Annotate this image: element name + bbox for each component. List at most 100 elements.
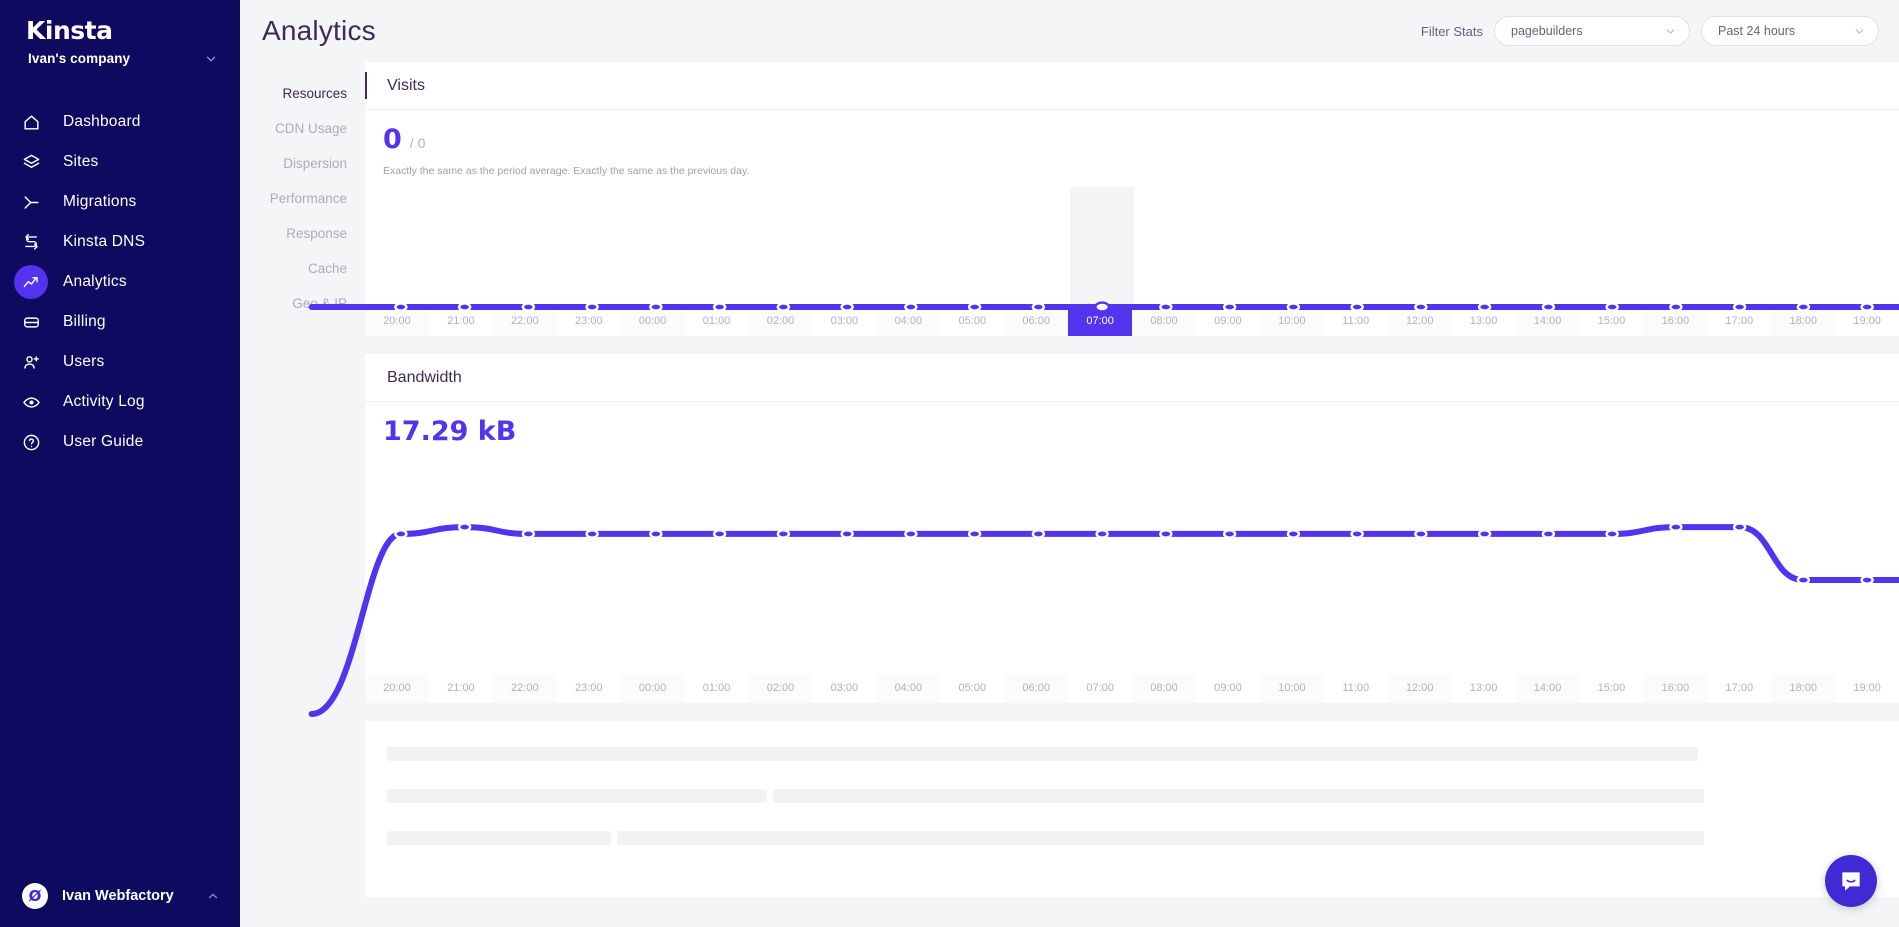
data-point[interactable] xyxy=(1415,303,1426,310)
sidebar-item-analytics[interactable]: Analytics xyxy=(0,262,240,302)
tab-cdn-usage[interactable]: CDN Usage xyxy=(275,111,347,146)
sidebar-item-dashboard[interactable]: Dashboard xyxy=(0,102,240,142)
data-point[interactable] xyxy=(587,303,598,310)
x-axis-tick[interactable]: 05:00 xyxy=(940,674,1005,703)
data-point[interactable] xyxy=(1862,576,1873,583)
x-axis-tick[interactable]: 12:00 xyxy=(1387,674,1452,703)
data-point[interactable] xyxy=(459,523,470,530)
data-point[interactable] xyxy=(587,530,598,537)
x-axis-tick[interactable]: 03:00 xyxy=(812,674,877,703)
intercom-launcher-button[interactable] xyxy=(1825,855,1877,907)
x-axis-tick[interactable]: 09:00 xyxy=(1195,674,1260,703)
sidebar-user-menu[interactable]: Ø Ivan Webfactory xyxy=(0,865,240,927)
x-axis-tick[interactable]: 06:00 xyxy=(1004,674,1069,703)
data-point[interactable] xyxy=(395,303,406,310)
data-point[interactable] xyxy=(1352,303,1363,310)
x-axis-tick[interactable]: 18:00 xyxy=(1771,674,1836,703)
data-point[interactable] xyxy=(1543,530,1554,537)
x-axis-tick[interactable]: 21:00 xyxy=(428,307,493,336)
data-point[interactable] xyxy=(523,530,534,537)
x-axis-tick[interactable]: 17:00 xyxy=(1707,674,1772,703)
x-axis-tick[interactable]: 07:00 xyxy=(1068,674,1133,703)
tab-resources[interactable]: Resources xyxy=(282,76,347,111)
data-point[interactable] xyxy=(969,303,980,310)
x-axis-tick[interactable]: 21:00 xyxy=(428,674,493,703)
data-point[interactable] xyxy=(969,530,980,537)
x-axis-tick[interactable]: 23:00 xyxy=(556,307,621,336)
x-axis-tick[interactable]: 01:00 xyxy=(684,674,749,703)
sidebar-item-user-guide[interactable]: User Guide xyxy=(0,422,240,462)
x-axis-tick[interactable]: 00:00 xyxy=(620,674,685,703)
company-switcher[interactable]: Ivan's company xyxy=(0,45,240,66)
site-select[interactable]: pagebuilders xyxy=(1494,16,1690,46)
data-point[interactable] xyxy=(1734,523,1745,530)
sidebar-item-kinsta-dns[interactable]: Kinsta DNS xyxy=(0,222,240,262)
x-axis-tick[interactable]: 16:00 xyxy=(1643,674,1708,703)
data-point[interactable] xyxy=(778,303,789,310)
data-point[interactable] xyxy=(1160,303,1171,310)
visits-plot-area[interactable] xyxy=(369,187,1899,307)
data-point[interactable] xyxy=(1415,530,1426,537)
data-point[interactable] xyxy=(1734,303,1745,310)
x-axis-tick[interactable]: 10:00 xyxy=(1259,674,1324,703)
data-point[interactable] xyxy=(523,303,534,310)
x-axis-tick[interactable]: 08:00 xyxy=(1132,674,1196,703)
data-point[interactable] xyxy=(1160,530,1171,537)
tab-performance[interactable]: Performance xyxy=(270,181,347,216)
data-point[interactable] xyxy=(650,303,661,310)
data-point[interactable] xyxy=(842,303,853,310)
data-point[interactable] xyxy=(650,530,661,537)
x-axis-tick[interactable]: 04:00 xyxy=(876,674,941,703)
x-axis-tick[interactable]: 11:00 xyxy=(1323,674,1388,703)
visits-chart[interactable]: 20:00 21:00 22:00 23:00 00:00 01:00 02:00 03:00… xyxy=(365,187,1899,336)
data-point[interactable] xyxy=(778,530,789,537)
data-point[interactable] xyxy=(1479,530,1490,537)
data-point[interactable] xyxy=(905,303,916,310)
sidebar-item-sites[interactable]: Sites xyxy=(0,142,240,182)
x-axis-tick[interactable]: 14:00 xyxy=(1515,674,1580,703)
data-point[interactable] xyxy=(1224,303,1235,310)
data-point[interactable] xyxy=(1670,303,1681,310)
data-point[interactable] xyxy=(1288,303,1299,310)
tab-cache[interactable]: Cache xyxy=(308,251,347,286)
x-axis-tick[interactable]: 22:00 xyxy=(492,674,557,703)
x-axis-tick[interactable]: 15:00 xyxy=(1579,674,1644,703)
tab-geo-ip[interactable]: Geo & IP xyxy=(292,286,347,321)
data-point[interactable] xyxy=(1479,303,1490,310)
sidebar-item-users[interactable]: Users xyxy=(0,342,240,382)
data-point[interactable] xyxy=(1607,303,1618,310)
x-axis-tick[interactable]: 00:00 xyxy=(620,307,685,336)
period-select[interactable]: Past 24 hours xyxy=(1701,16,1879,46)
data-point[interactable] xyxy=(1798,303,1809,310)
data-point[interactable] xyxy=(1352,530,1363,537)
tab-dispersion[interactable]: Dispersion xyxy=(283,146,347,181)
data-point[interactable] xyxy=(1033,303,1044,310)
x-axis-tick[interactable]: 23:00 xyxy=(556,674,621,703)
sidebar-item-migrations[interactable]: Migrations xyxy=(0,182,240,222)
data-point[interactable] xyxy=(905,530,916,537)
x-axis-tick[interactable]: 13:00 xyxy=(1451,674,1516,703)
data-point[interactable] xyxy=(842,530,853,537)
x-axis-tick[interactable]: 20:00 xyxy=(365,674,429,703)
x-axis-tick[interactable]: 20:00 xyxy=(365,307,429,336)
data-point[interactable] xyxy=(1543,303,1554,310)
data-point[interactable] xyxy=(459,303,470,310)
bandwidth-plot-area[interactable] xyxy=(369,469,1899,674)
data-point[interactable] xyxy=(1224,530,1235,537)
data-point[interactable] xyxy=(1288,530,1299,537)
tab-response[interactable]: Response xyxy=(286,216,347,251)
data-point[interactable] xyxy=(1033,530,1044,537)
data-point[interactable] xyxy=(714,530,725,537)
x-axis-tick[interactable]: 01:00 xyxy=(684,307,749,336)
data-point[interactable] xyxy=(1670,523,1681,530)
sidebar-item-activity-log[interactable]: Activity Log xyxy=(0,382,240,422)
data-point[interactable] xyxy=(1862,303,1873,310)
x-axis-tick[interactable]: 19:00 xyxy=(1835,674,1899,703)
data-point[interactable] xyxy=(1097,530,1108,537)
data-point[interactable] xyxy=(714,303,725,310)
data-point[interactable] xyxy=(1607,530,1618,537)
data-point[interactable] xyxy=(395,530,406,537)
x-axis-tick[interactable]: 02:00 xyxy=(748,674,813,703)
bandwidth-chart[interactable]: 20:00 21:00 22:00 23:00 00:00 01:00 02:00 03:00… xyxy=(365,469,1899,703)
sidebar-item-billing[interactable]: Billing xyxy=(0,302,240,342)
